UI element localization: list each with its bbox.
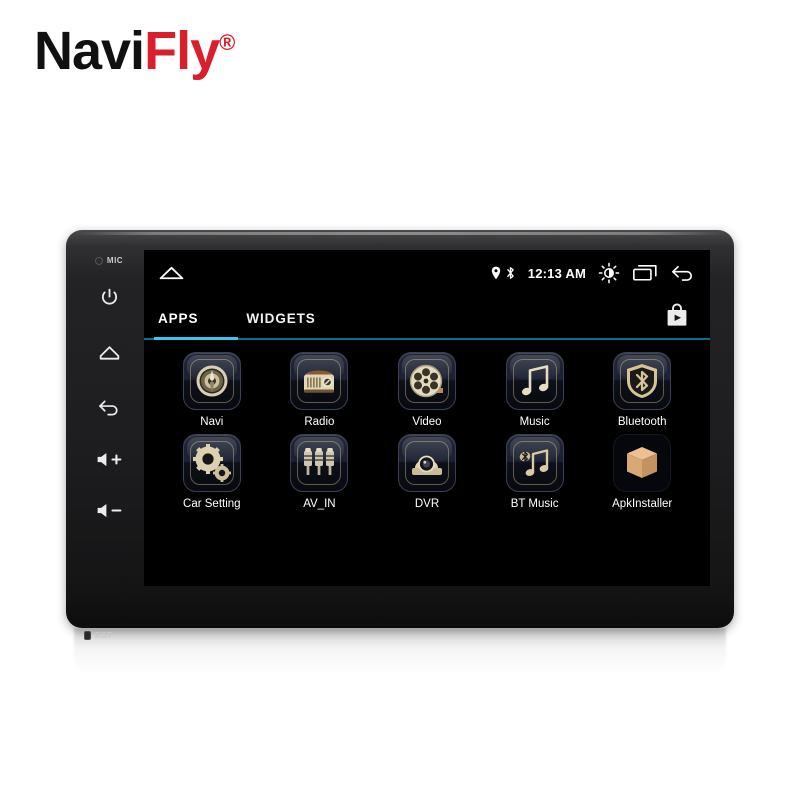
app-tile <box>290 434 349 492</box>
microphone-hole-icon <box>94 256 103 265</box>
app-tile <box>182 434 241 492</box>
reset-button[interactable]: RST <box>84 631 113 640</box>
app-item-radio[interactable]: Radio <box>266 352 374 428</box>
volume-down-button[interactable] <box>95 501 123 520</box>
brand-logo-part1: Navi <box>34 21 145 81</box>
app-label: Navi <box>200 416 224 428</box>
home-button[interactable] <box>98 342 121 363</box>
power-button[interactable] <box>99 287 120 308</box>
film-reel-icon <box>407 362 447 400</box>
cardboard-box-icon <box>623 444 661 482</box>
brand-logo-part2: Fly <box>144 21 220 81</box>
app-item-video[interactable]: Video <box>373 352 481 428</box>
app-tile <box>505 352 564 410</box>
bluetooth-music-note-icon <box>516 444 554 482</box>
dome-camera-icon <box>407 446 447 480</box>
app-item-music[interactable]: Music <box>481 352 589 428</box>
back-arrow-icon <box>99 400 118 416</box>
home-icon <box>99 346 119 360</box>
brightness-sun-icon <box>598 262 620 284</box>
statusbar-home-button[interactable] <box>158 265 185 282</box>
app-item-apkinstaller[interactable]: ApkInstaller <box>588 434 696 510</box>
reset-hole-icon <box>84 631 91 640</box>
app-label: DVR <box>414 498 440 510</box>
recents-icon <box>633 264 657 281</box>
app-item-car-setting[interactable]: Car Setting <box>158 434 266 510</box>
app-label: Video <box>412 416 442 428</box>
microphone: MIC <box>94 256 124 265</box>
reset-label: RST <box>95 631 113 640</box>
app-item-dvr[interactable]: DVR <box>373 434 481 510</box>
back-arrow-icon <box>672 265 692 281</box>
play-store-button[interactable] <box>664 302 690 334</box>
touchscreen-display: 12:13 AM APPS WIDGETS Navi Radio Video M… <box>144 250 710 586</box>
volume-up-icon <box>97 452 122 467</box>
bluetooth-shield-icon <box>624 362 660 400</box>
app-tile <box>613 352 672 410</box>
device-reflection <box>74 628 726 674</box>
tab-bar: APPS WIDGETS <box>144 296 710 340</box>
app-tile <box>290 352 349 410</box>
music-note-icon <box>517 362 553 400</box>
status-bar: 12:13 AM <box>144 250 710 296</box>
gears-icon <box>192 443 232 483</box>
app-tile <box>182 352 241 410</box>
status-indicators <box>491 266 516 280</box>
app-label: Car Setting <box>183 498 241 510</box>
brand-logo: NaviFly® <box>34 21 235 81</box>
registered-trademark-symbol: ® <box>219 30 235 55</box>
app-label: AV_IN <box>303 498 336 510</box>
location-pin-icon <box>491 266 500 280</box>
app-label: Music <box>519 416 550 428</box>
volume-up-button[interactable] <box>95 450 123 469</box>
compass-icon <box>192 361 232 401</box>
screenshot-root: NaviFly® MIC RST 12:13 AM APPS WIDGETS N… <box>0 0 800 800</box>
app-item-bt-music[interactable]: BT Music <box>481 434 589 510</box>
home-icon <box>159 266 184 279</box>
rca-plugs-icon <box>300 444 338 482</box>
play-store-bag-icon <box>667 302 687 326</box>
app-label: Bluetooth <box>617 416 667 428</box>
app-tile <box>505 434 564 492</box>
status-bar-right-cluster: 12:13 AM <box>491 262 696 284</box>
statusbar-back-button[interactable] <box>670 264 696 282</box>
bezel-button-column: MIC RST <box>78 244 140 640</box>
volume-down-icon <box>97 503 122 518</box>
app-tile <box>397 434 456 492</box>
app-label: ApkInstaller <box>612 498 673 510</box>
tab-widgets[interactable]: WIDGETS <box>246 311 315 326</box>
retro-radio-icon <box>299 364 339 398</box>
app-item-bluetooth[interactable]: Bluetooth <box>588 352 696 428</box>
app-label: Radio <box>304 416 335 428</box>
app-label: BT Music <box>510 498 559 510</box>
brightness-button[interactable] <box>598 262 620 284</box>
app-tile <box>397 352 456 410</box>
back-button[interactable] <box>97 397 121 416</box>
app-item-av-in[interactable]: AV_IN <box>266 434 374 510</box>
app-item-navi[interactable]: Navi <box>158 352 266 428</box>
app-grid: Navi Radio Video Music Bluetooth Car Set… <box>144 340 710 510</box>
car-head-unit: MIC RST 12:13 AM APPS WIDGETS Navi Radio… <box>66 230 734 640</box>
power-icon <box>101 288 117 305</box>
bluetooth-icon <box>507 267 514 279</box>
tab-apps[interactable]: APPS <box>158 311 198 326</box>
status-bar-clock: 12:13 AM <box>527 265 586 281</box>
app-tile <box>613 434 672 492</box>
recents-button[interactable] <box>632 264 658 282</box>
tab-active-indicator <box>154 337 238 340</box>
microphone-label: MIC <box>106 256 124 265</box>
